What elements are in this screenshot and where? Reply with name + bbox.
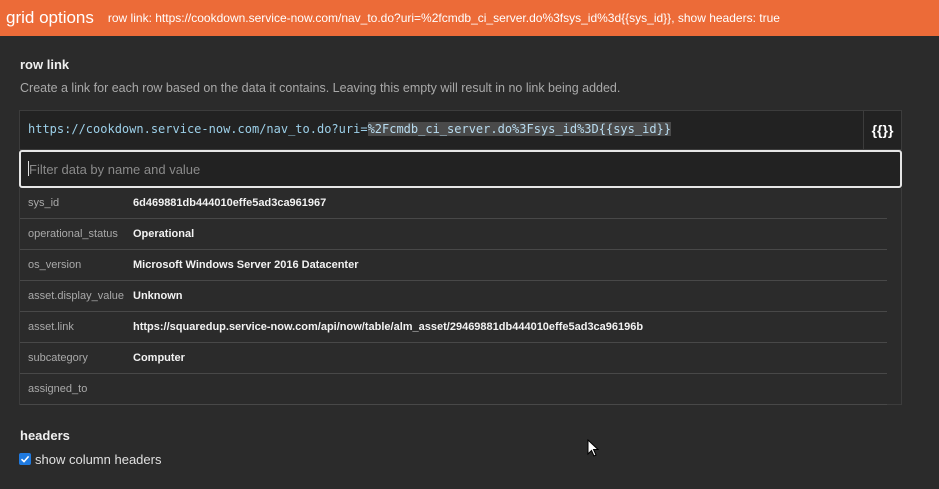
checkmark-icon xyxy=(20,455,30,463)
item-key: asset.display_value xyxy=(28,290,125,302)
item-value: Operational xyxy=(133,228,195,240)
item-value: 6d469881db444010effe5ad3ca961967 xyxy=(133,197,327,209)
item-key: os_version xyxy=(28,259,82,271)
header-title: grid options xyxy=(6,8,94,27)
header-summary: row link: https://cookdown.service-now.c… xyxy=(107,11,780,25)
list-item[interactable]: asset.link https://squaredup.service-now… xyxy=(20,312,887,343)
options-header: grid options row link: https://cookdown.… xyxy=(0,0,939,36)
item-value: Microsoft Windows Server 2016 Datacenter xyxy=(133,259,359,271)
row-link-value-selected: %2Fcmdb_ci_server.do%3Fsys_id%3D{{sys_id… xyxy=(367,122,671,136)
row-link-input[interactable]: https://cookdown.service-now.com/nav_to.… xyxy=(19,110,902,150)
row-link-value[interactable]: https://cookdown.service-now.com/nav_to.… xyxy=(28,122,671,136)
item-value: Computer xyxy=(133,352,185,364)
row-link-title: row link xyxy=(20,57,70,72)
list-item[interactable]: os_version Microsoft Windows Server 2016… xyxy=(20,250,887,281)
headers-title: headers xyxy=(20,428,70,443)
list-item[interactable]: subcategory Computer xyxy=(20,343,887,374)
row-link-value-plain: https://cookdown.service-now.com/nav_to.… xyxy=(28,122,368,136)
insert-variable-button[interactable]: {{}} xyxy=(863,111,901,149)
item-key: assigned_to xyxy=(28,383,88,395)
item-key: asset.link xyxy=(28,321,74,333)
filter-data-input[interactable] xyxy=(19,150,902,188)
item-key: sys_id xyxy=(28,197,60,209)
list-item[interactable]: sys_id 6d469881db444010effe5ad3ca961967 xyxy=(20,188,887,219)
show-column-headers-label[interactable]: show column headers xyxy=(35,452,161,467)
item-value: https://squaredup.service-now.com/api/no… xyxy=(133,321,644,333)
show-column-headers-checkbox[interactable] xyxy=(19,453,31,465)
mouse-cursor-icon xyxy=(587,439,599,457)
item-value: Unknown xyxy=(133,290,183,302)
item-key: operational_status xyxy=(28,228,118,240)
item-key: subcategory xyxy=(28,352,88,364)
data-list[interactable]: sys_id 6d469881db444010effe5ad3ca961967 … xyxy=(19,188,902,405)
list-item[interactable]: assigned_to xyxy=(20,374,887,405)
list-item[interactable]: asset.display_value Unknown xyxy=(20,281,887,312)
text-caret xyxy=(28,161,29,176)
row-link-description: Create a link for each row based on the … xyxy=(20,81,621,95)
list-item[interactable]: operational_status Operational xyxy=(20,219,887,250)
